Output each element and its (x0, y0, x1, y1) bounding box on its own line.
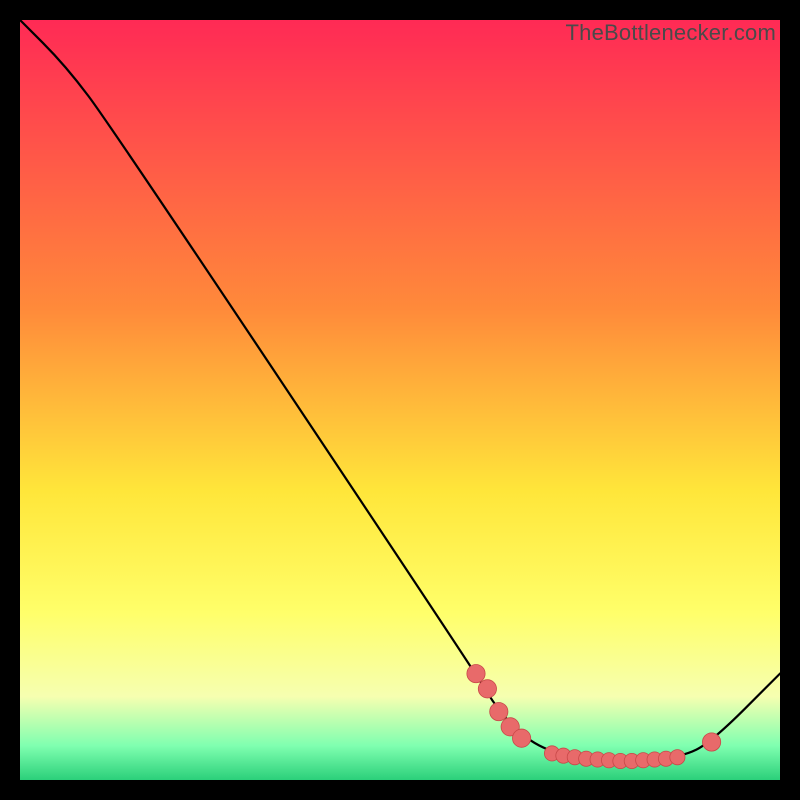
bottleneck-curve (20, 20, 780, 780)
data-point (490, 702, 508, 720)
data-point (512, 729, 530, 747)
data-point (702, 733, 720, 751)
data-point (467, 664, 485, 682)
chart-frame: TheBottlenecker.com (20, 20, 780, 780)
data-point (478, 680, 496, 698)
watermark-text: TheBottlenecker.com (566, 20, 776, 46)
data-point (670, 750, 685, 765)
